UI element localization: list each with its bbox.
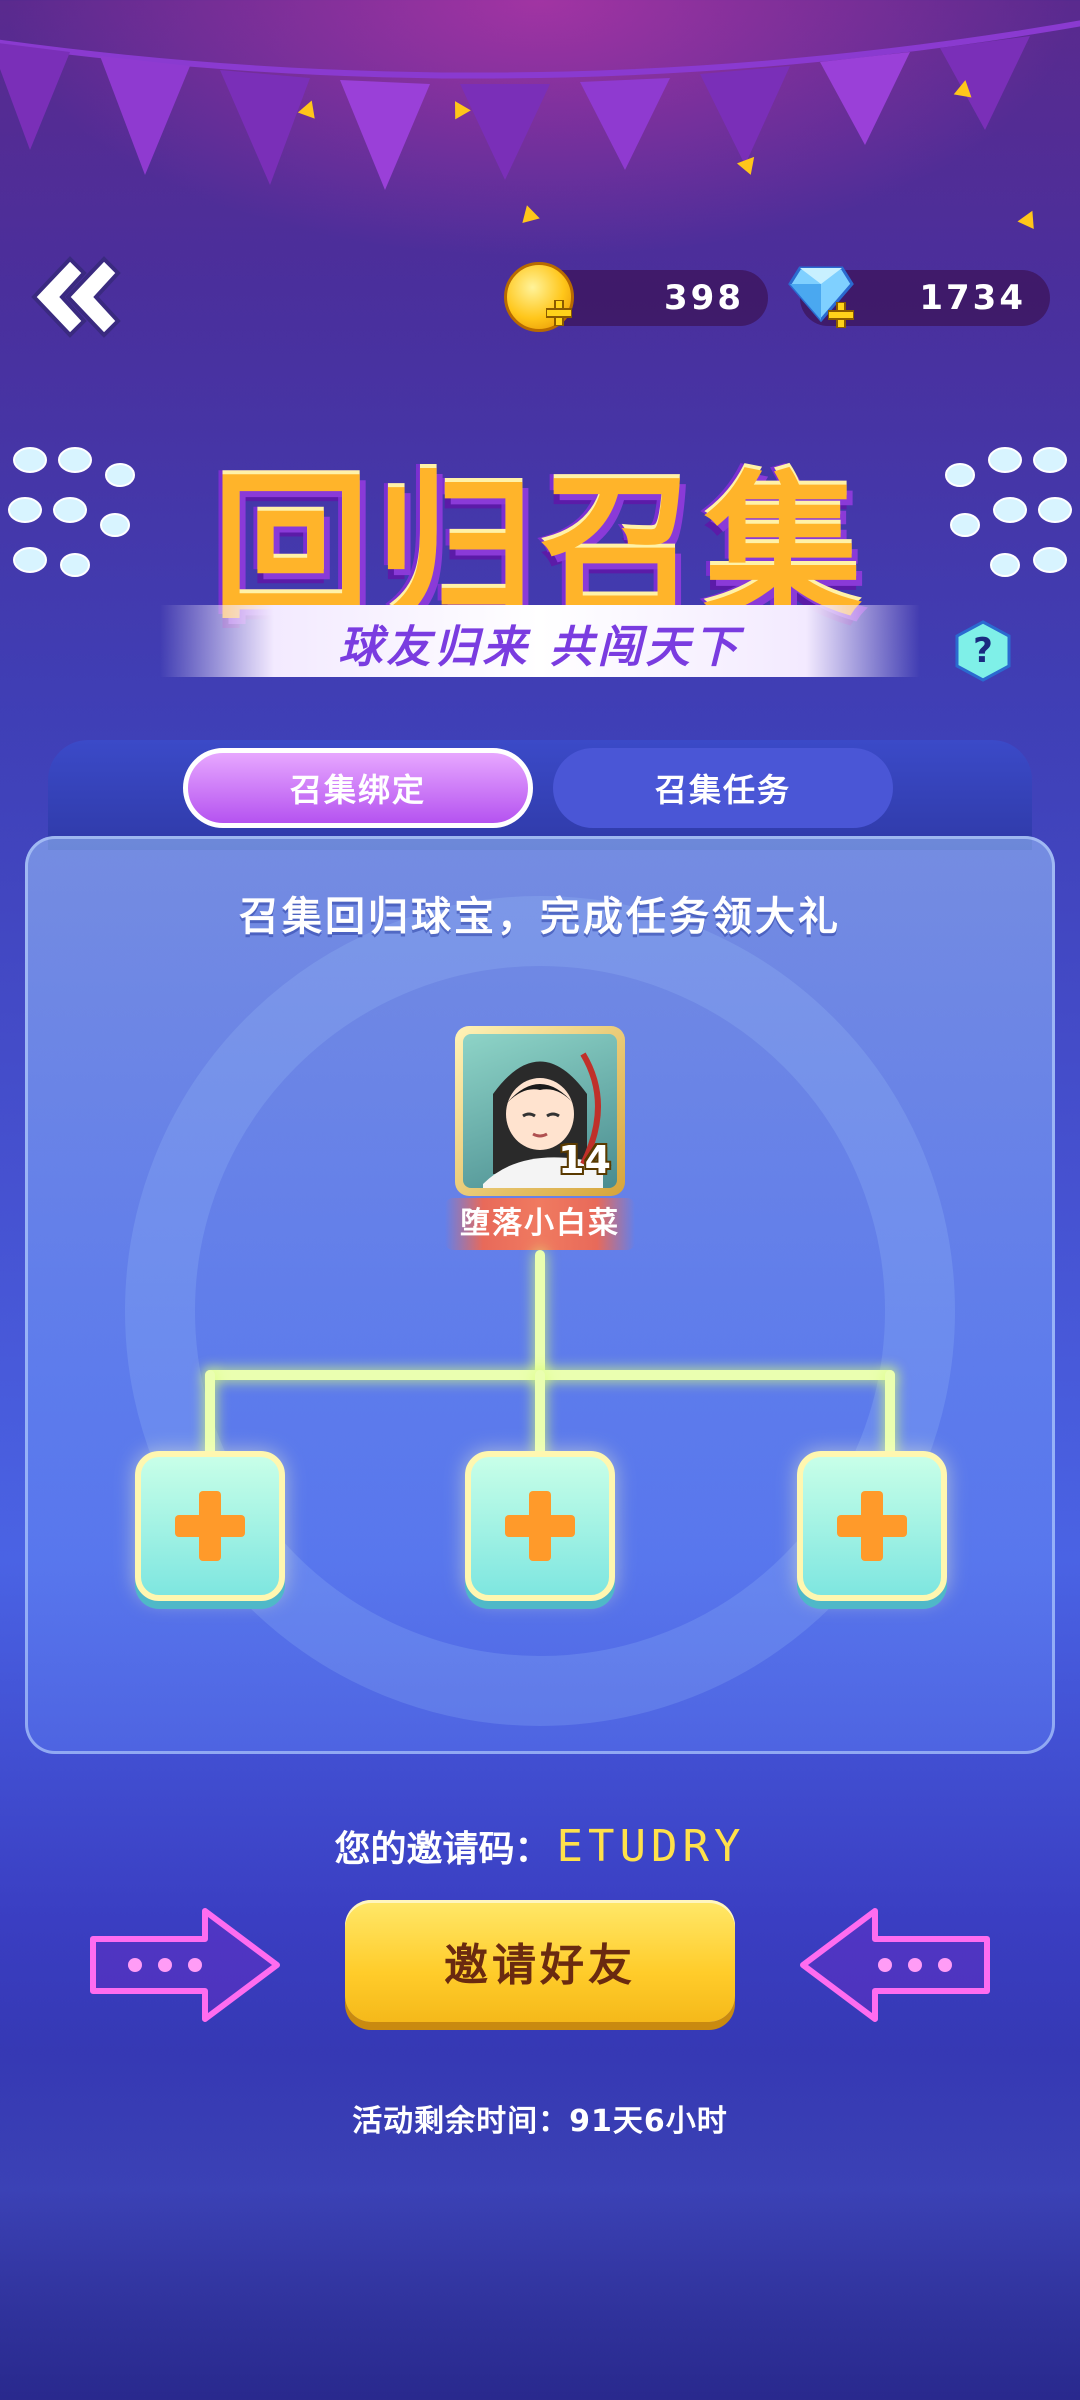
tree-line-trunk <box>535 1250 545 1380</box>
invite-code-row: 您的邀请码： ETUDRY <box>0 1820 1080 1872</box>
add-gem-icon[interactable] <box>828 302 854 328</box>
gem-balance[interactable]: 1734 <box>788 266 1050 328</box>
tree-line-right <box>885 1370 895 1460</box>
gem-amount: 1734 <box>919 278 1026 318</box>
bunting-flags <box>0 20 1080 190</box>
back-chevron-icon[interactable] <box>22 255 122 339</box>
subtitle-band: 球友归来 共闯天下 <box>160 605 920 677</box>
arrow-right-icon <box>90 1908 280 2022</box>
player-name: 堕落小白菜 <box>445 1198 635 1250</box>
tree-line-middle <box>535 1370 545 1460</box>
invite-slot-2[interactable] <box>465 1451 615 1601</box>
tab-summon-task[interactable]: 召集任务 <box>553 748 893 828</box>
invite-friends-label: 邀请好友 <box>444 1940 636 1991</box>
invite-slot-1[interactable] <box>135 1451 285 1601</box>
help-label: ? <box>973 631 993 671</box>
plus-icon <box>861 1491 883 1561</box>
invite-slot-3[interactable] <box>797 1451 947 1601</box>
tab-summon-bind-label: 召集绑定 <box>289 771 426 809</box>
add-coin-icon[interactable] <box>546 300 572 326</box>
plus-icon <box>529 1491 551 1561</box>
event-title: 回归召集 球友归来 共闯天下 <box>0 420 1080 680</box>
arrow-left-icon <box>800 1908 990 2022</box>
summon-bind-panel: 召集回归球宝，完成任务领大礼 14 堕落小白菜 <box>25 836 1055 1754</box>
player-level: 14 <box>558 1138 611 1182</box>
tab-summon-task-label: 召集任务 <box>654 771 791 809</box>
tree-line-left <box>205 1370 215 1460</box>
confetti <box>953 78 975 98</box>
coin-balance[interactable]: 398 <box>504 262 768 332</box>
invite-friends-button[interactable]: 邀请好友 <box>345 1900 735 2022</box>
help-icon[interactable]: ? <box>955 620 1011 682</box>
tab-summon-bind[interactable]: 召集绑定 <box>183 748 533 828</box>
invite-code-label: 您的邀请码： <box>334 1829 551 1870</box>
event-subtitle: 球友归来 共闯天下 <box>338 622 742 673</box>
avatar-portrait: 14 <box>463 1034 617 1188</box>
invite-code[interactable]: ETUDRY <box>557 1821 746 1872</box>
tree-line-bar <box>205 1370 895 1380</box>
panel-heading: 召集回归球宝，完成任务领大礼 <box>239 894 841 940</box>
coin-amount: 398 <box>664 278 744 318</box>
plus-icon <box>199 1491 221 1561</box>
player-avatar[interactable]: 14 <box>455 1026 625 1196</box>
event-remaining-time: 活动剩余时间：91天6小时 <box>352 2104 728 2139</box>
